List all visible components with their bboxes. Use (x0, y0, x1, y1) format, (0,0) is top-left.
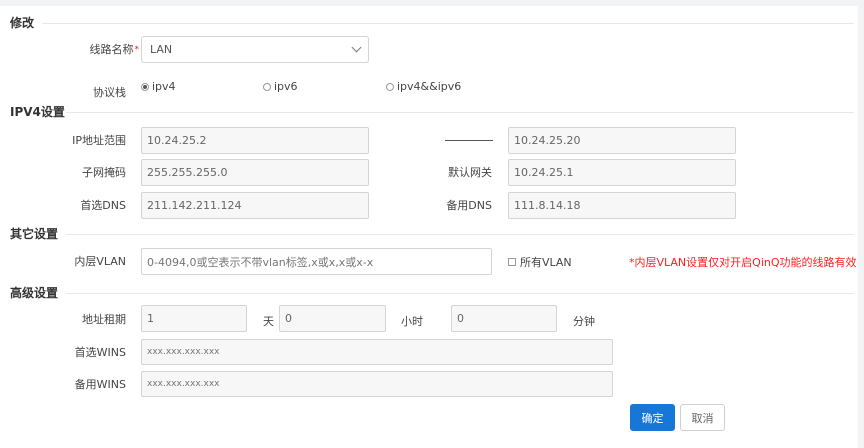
lease-days-input[interactable]: 1 (141, 305, 247, 332)
dns1-label: 首选DNS (80, 199, 126, 212)
section-title-modify: 修改 (10, 16, 35, 30)
lease-label: 地址租期 (82, 313, 126, 326)
subnet-input[interactable]: 255.255.255.0 (141, 159, 369, 186)
section-title-other: 其它设置 (10, 227, 59, 241)
dns2-input[interactable]: 111.8.14.18 (508, 192, 736, 219)
radio-label: ipv4 (152, 80, 176, 93)
dns2-label: 备用DNS (446, 199, 492, 212)
radio-label: ipv6 (274, 80, 298, 93)
cancel-button[interactable]: 取消 (680, 404, 725, 431)
chevron-down-icon (351, 42, 362, 53)
line-name-label: 线路名称* (89, 43, 140, 56)
lease-minutes-input[interactable]: 0 (451, 305, 557, 332)
all-vlan-checkbox[interactable]: 所有VLAN (508, 254, 572, 270)
range-separator (445, 140, 493, 141)
protocol-label: 协议栈 (93, 86, 126, 99)
vlan-warning: *内层VLAN设置仅对开启QinQ功能的线路有效 (629, 256, 857, 269)
section-divider (66, 112, 854, 113)
section-title-ipv4: IPV4设置 (10, 105, 65, 119)
confirm-button[interactable]: 确定 (630, 404, 675, 431)
radio-unselected-icon (263, 82, 271, 91)
wins2-input[interactable]: xxx.xxx.xxx.xxx (141, 371, 613, 397)
days-unit: 天 (263, 315, 274, 328)
section-divider (66, 234, 854, 235)
wins2-label: 备用WINS (74, 378, 126, 391)
hours-unit: 小时 (401, 315, 423, 328)
wins1-input[interactable]: xxx.xxx.xxx.xxx (141, 339, 613, 365)
radio-selected-icon (141, 82, 149, 91)
section-divider (42, 23, 854, 24)
dns1-input[interactable]: 211.142.211.124 (141, 192, 369, 219)
settings-panel: 修改 线路名称* LAN 协议栈 ipv4 ipv6 ipv4&&ipv6 IP… (0, 6, 858, 448)
ip-range-label: IP地址范围 (72, 134, 126, 147)
lease-hours-input[interactable]: 0 (279, 305, 386, 332)
protocol-radio-ipv4[interactable]: ipv4 (141, 80, 176, 93)
line-name-value: LAN (150, 43, 173, 56)
minutes-unit: 分钟 (573, 315, 595, 328)
checkbox-icon (508, 258, 516, 266)
section-divider (66, 293, 854, 294)
radio-label: ipv4&&ipv6 (397, 80, 462, 93)
ip-end-input[interactable]: 10.24.25.20 (508, 127, 736, 154)
protocol-radio-ipv6[interactable]: ipv6 (263, 80, 298, 93)
ip-start-input[interactable]: 10.24.25.2 (141, 127, 369, 154)
gateway-label: 默认网关 (448, 166, 492, 179)
radio-unselected-icon (386, 82, 394, 91)
vlan-label: 内层VLAN (74, 255, 126, 268)
all-vlan-label: 所有VLAN (520, 256, 572, 269)
subnet-label: 子网掩码 (82, 166, 126, 179)
section-title-advanced: 高级设置 (10, 286, 59, 300)
wins1-label: 首选WINS (74, 346, 126, 359)
required-mark: * (134, 45, 140, 55)
protocol-radio-dual[interactable]: ipv4&&ipv6 (386, 80, 461, 93)
gateway-input[interactable]: 10.24.25.1 (508, 159, 736, 186)
line-name-select[interactable]: LAN (141, 36, 369, 63)
vlan-input[interactable]: 0-4094,0或空表示不带vlan标签,x或x,x或x-x (141, 248, 492, 275)
